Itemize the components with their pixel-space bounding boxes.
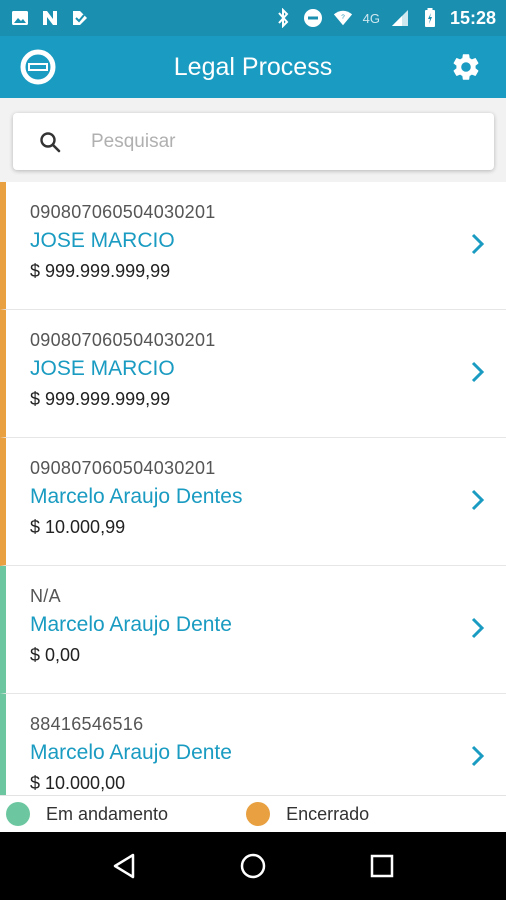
process-amount: $ 999.999.999,99	[30, 261, 171, 281]
process-list-item[interactable]: N/A Marcelo Araujo Dente $ 0,00	[0, 566, 506, 694]
android-nav-bar	[0, 832, 506, 900]
process-code: 090807060504030201	[30, 458, 216, 478]
party-name: Marcelo Araujo Dentes	[30, 485, 243, 508]
status-bar: ? 4G 15:28	[0, 0, 506, 36]
flag-notification-icon	[70, 8, 90, 28]
party-name: Marcelo Araujo Dente	[30, 613, 232, 636]
legend-in-progress-label: Em andamento	[46, 803, 169, 824]
process-code: 090807060504030201	[30, 330, 216, 350]
chevron-right-icon[interactable]	[468, 616, 488, 640]
chevron-right-icon[interactable]	[468, 488, 488, 512]
app-logo-icon[interactable]	[20, 49, 56, 85]
process-list-item[interactable]: 88416546516 Marcelo Araujo Dente $ 10.00…	[0, 694, 506, 795]
home-icon[interactable]	[235, 848, 271, 884]
party-name: JOSE MARCIO	[30, 357, 175, 380]
process-list-item[interactable]: 090807060504030201 JOSE MARCIO $ 999.999…	[0, 310, 506, 438]
search-input[interactable]	[91, 130, 471, 153]
party-name: Marcelo Araujo Dente	[30, 741, 232, 764]
svg-text:?: ?	[341, 14, 345, 21]
bluetooth-icon	[273, 8, 293, 28]
chevron-right-icon[interactable]	[468, 360, 488, 384]
signal-icon	[390, 8, 410, 28]
chevron-right-icon[interactable]	[468, 744, 488, 768]
wifi-icon: ?	[333, 8, 353, 28]
network-type-label: 4G	[362, 10, 380, 26]
do-not-disturb-icon	[303, 8, 323, 28]
legend-closed-label: Encerrado	[286, 803, 370, 824]
process-amount: $ 999.999.999,99	[30, 389, 171, 409]
back-icon[interactable]	[106, 848, 142, 884]
settings-gear-icon[interactable]	[450, 51, 482, 83]
process-code: N/A	[30, 586, 61, 606]
process-code: 88416546516	[30, 714, 144, 734]
process-amount: $ 0,00	[30, 645, 81, 665]
image-notification-icon	[10, 8, 30, 28]
status-legend: Em andamento Encerrado	[0, 795, 506, 832]
search-bar	[13, 113, 494, 170]
recents-icon[interactable]	[364, 848, 400, 884]
process-amount: $ 10.000,00	[30, 773, 126, 793]
closed-dot-icon	[246, 802, 271, 826]
n-notification-icon	[40, 8, 60, 28]
party-name: JOSE MARCIO	[30, 229, 175, 252]
process-list-item[interactable]: 090807060504030201 JOSE MARCIO $ 999.999…	[0, 182, 506, 310]
clock: 15:28	[449, 7, 496, 28]
chevron-right-icon[interactable]	[468, 232, 488, 256]
legend-closed: Encerrado	[246, 802, 369, 826]
battery-icon	[420, 8, 440, 28]
in-progress-dot-icon	[6, 802, 30, 826]
process-list-item[interactable]: 090807060504030201 Marcelo Araujo Dentes…	[0, 438, 506, 566]
page-title: Legal Process	[173, 52, 333, 81]
process-code: 090807060504030201	[30, 202, 216, 222]
search-icon	[39, 131, 61, 153]
process-list: 090807060504030201 JOSE MARCIO $ 999.999…	[0, 182, 506, 795]
app-bar: Legal Process	[0, 36, 506, 98]
process-amount: $ 10.000,99	[30, 517, 126, 537]
legend-in-progress: Em andamento	[6, 802, 168, 826]
